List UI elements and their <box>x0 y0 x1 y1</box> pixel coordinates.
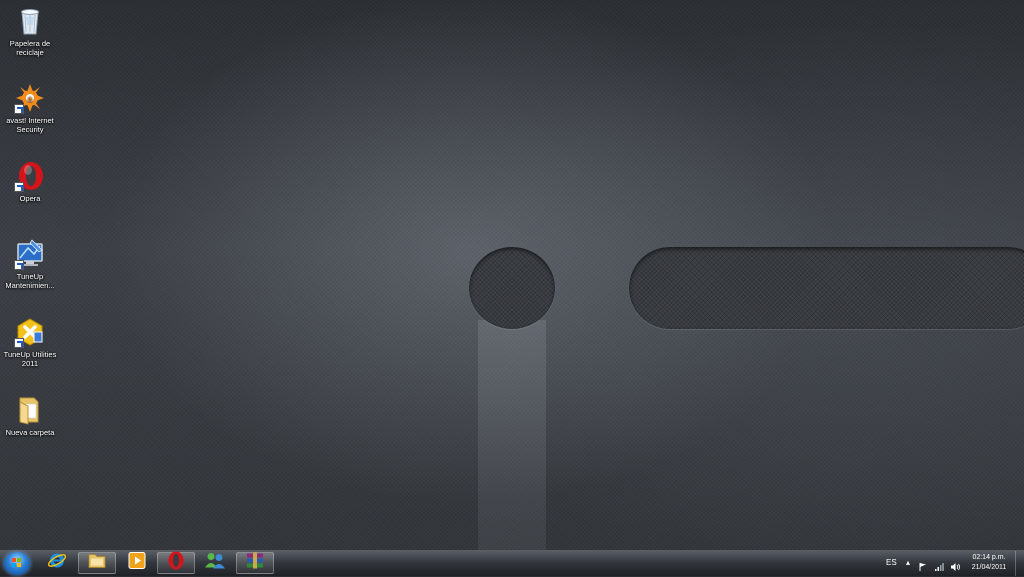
show-hidden-icons-button[interactable]: ▴ <box>906 558 910 567</box>
taskbar-windows-explorer[interactable] <box>78 552 116 574</box>
language-indicator[interactable]: ES <box>886 558 897 567</box>
media-player-icon <box>128 552 146 575</box>
volume-icon[interactable] <box>950 559 961 577</box>
shortcut-arrow-icon <box>14 338 24 348</box>
wallpaper-circle <box>469 247 555 329</box>
messenger-icon <box>204 552 226 575</box>
desktop[interactable]: Papelera de reciclaje a avast! Internet … <box>0 0 1024 550</box>
tuneup-maintenance-icon <box>14 238 46 270</box>
shortcut-arrow-icon <box>14 260 24 270</box>
recycle-bin-icon <box>14 5 46 37</box>
taskbar-winrar[interactable] <box>236 552 274 574</box>
folder-icon <box>14 394 46 426</box>
desktop-icon-label: Opera <box>19 194 41 203</box>
svg-text:a: a <box>28 96 32 103</box>
desktop-icon-label: TuneUp Utilities 2011 <box>3 350 57 368</box>
desktop-icon-label: avast! Internet Security <box>6 116 54 134</box>
shortcut-arrow-icon <box>14 182 24 192</box>
taskbar-messenger[interactable] <box>196 552 234 574</box>
start-button[interactable] <box>4 552 30 575</box>
desktop-icon-tuneup-utilities[interactable]: TuneUp Utilities 2011 <box>0 316 60 368</box>
wallpaper-beam <box>478 320 546 550</box>
desktop-icon-label: Nueva carpeta <box>5 428 55 437</box>
desktop-icon-new-folder[interactable]: Nueva carpeta <box>0 394 60 438</box>
shortcut-arrow-icon <box>14 104 24 114</box>
desktop-icon-label: Papelera de reciclaje <box>9 39 51 57</box>
desktop-icon-avast[interactable]: a avast! Internet Security <box>0 82 60 134</box>
opera-icon <box>167 551 185 576</box>
show-desktop-button[interactable] <box>1015 551 1024 576</box>
tuneup-utilities-icon <box>14 316 46 348</box>
opera-icon <box>14 160 46 192</box>
windows-explorer-icon <box>87 552 107 575</box>
desktop-icon-opera[interactable]: Opera <box>0 160 60 204</box>
taskbar-opera[interactable] <box>157 551 195 576</box>
clock-time: 02:14 p.m. <box>972 554 1006 561</box>
clock[interactable]: 02:14 p.m. 21/04/2011 <box>966 553 1012 573</box>
desktop-icon-tuneup-maintenance[interactable]: TuneUp Mantenimien... <box>0 238 60 290</box>
avast-icon: a <box>14 82 46 114</box>
taskbar-media-player[interactable] <box>118 552 156 574</box>
taskbar-internet-explorer[interactable] <box>38 552 76 574</box>
windows-logo-icon <box>12 558 22 568</box>
winrar-icon <box>245 552 265 575</box>
system-tray: ES ▴ 02:14 p.m. 21/04/2011 <box>880 551 1024 577</box>
desktop-icon-recycle-bin[interactable]: Papelera de reciclaje <box>0 5 60 57</box>
action-center-flag-icon[interactable] <box>918 559 928 577</box>
wallpaper-pill <box>629 247 1024 329</box>
desktop-icon-label: TuneUp Mantenimien... <box>5 272 55 290</box>
clock-date: 21/04/2011 <box>971 564 1007 571</box>
network-icon[interactable] <box>934 559 944 577</box>
internet-explorer-icon <box>47 551 67 576</box>
taskbar: ES ▴ 02:14 p.m. 21/04/2011 <box>0 550 1024 576</box>
